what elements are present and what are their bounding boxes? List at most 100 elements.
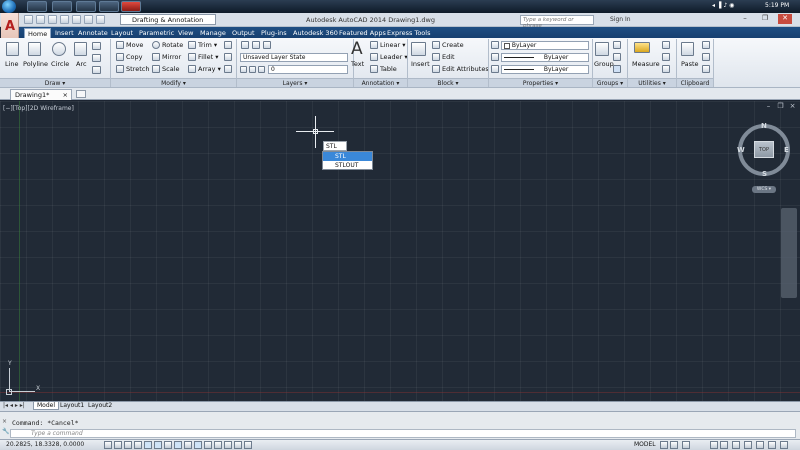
insert-label[interactable]: Insert: [411, 60, 430, 68]
group-edit-icon[interactable]: [613, 53, 621, 61]
viewport-restore-icon[interactable]: ❐: [776, 102, 785, 110]
table-button[interactable]: Table: [380, 65, 397, 73]
annotation-panel-label[interactable]: Annotation ▾: [354, 78, 407, 87]
minimize-button[interactable]: –: [738, 14, 752, 24]
taskbar-explorer-icon[interactable]: [27, 1, 47, 12]
calculator-icon[interactable]: [662, 53, 670, 61]
polyline-label[interactable]: Polyline: [23, 60, 48, 68]
object-snap-tracking-icon[interactable]: [174, 441, 182, 449]
annotation-monitor-icon[interactable]: [244, 441, 252, 449]
new-icon[interactable]: [24, 15, 33, 24]
close-tab-icon[interactable]: ×: [63, 91, 68, 99]
start-button[interactable]: [2, 0, 16, 13]
tab-plugins[interactable]: Plug-ins: [258, 28, 290, 38]
leader-button[interactable]: Leader ▾: [380, 53, 408, 61]
linear-button[interactable]: Linear ▾: [380, 41, 406, 49]
layers-panel-label[interactable]: Layers ▾: [237, 78, 353, 87]
undo-icon[interactable]: [84, 15, 93, 24]
offset-icon[interactable]: [224, 65, 232, 73]
move-button[interactable]: Move: [126, 41, 143, 49]
insert-block-icon[interactable]: [411, 42, 426, 56]
circle-icon[interactable]: [52, 42, 66, 56]
block-panel-label[interactable]: Block ▾: [408, 78, 488, 87]
coordinates-display[interactable]: 20.2825, 18.3328, 0.0000: [6, 441, 84, 448]
measure-label[interactable]: Measure: [632, 60, 660, 68]
lock-icon[interactable]: [258, 66, 265, 73]
plot-icon[interactable]: [72, 15, 81, 24]
fillet-button[interactable]: Fillet ▾: [198, 53, 219, 61]
circle-label[interactable]: Circle: [51, 60, 69, 68]
model-space-button[interactable]: MODEL: [634, 441, 656, 448]
dynamic-ucs-icon[interactable]: [184, 441, 192, 449]
lineweight-dropdown[interactable]: ByLayer: [501, 53, 589, 62]
match-properties-icon[interactable]: [491, 41, 499, 49]
cut-icon[interactable]: [702, 41, 710, 49]
mirror-icon[interactable]: [152, 53, 160, 61]
drawing-canvas[interactable]: [0, 101, 800, 401]
workspace-dropdown[interactable]: Drafting & Annotation: [120, 14, 216, 25]
array-icon[interactable]: [188, 65, 196, 73]
leader-icon[interactable]: [370, 53, 378, 61]
linetype-dropdown[interactable]: ByLayer: [501, 65, 589, 74]
compass-west[interactable]: W: [737, 146, 745, 154]
restore-button[interactable]: ❐: [758, 14, 772, 24]
auto-scale-icon[interactable]: [720, 441, 728, 449]
autocomplete-item[interactable]: STL: [323, 152, 372, 161]
array-button[interactable]: Array ▾: [198, 65, 221, 73]
layer-properties-icon[interactable]: [241, 41, 249, 49]
search-input[interactable]: Type a keyword or phrase: [520, 15, 594, 29]
stretch-icon[interactable]: [116, 65, 124, 73]
create-block-icon[interactable]: [432, 41, 440, 49]
layer-state-dropdown[interactable]: Unsaved Layer State: [240, 53, 348, 62]
lineweight-icon[interactable]: [491, 53, 499, 61]
text-icon[interactable]: A: [351, 39, 363, 59]
draw-panel-label[interactable]: Draw ▾: [0, 78, 110, 87]
selection-cycling-icon[interactable]: [234, 441, 242, 449]
copy-button[interactable]: Copy: [126, 53, 143, 61]
tab-annotate[interactable]: Annotate: [75, 28, 111, 38]
redo-icon[interactable]: [96, 15, 105, 24]
command-settings-icon[interactable]: 🔧: [2, 428, 9, 435]
tab-view[interactable]: View: [175, 28, 196, 38]
hatch-icon[interactable]: [92, 54, 101, 62]
rotate-icon[interactable]: [152, 41, 160, 49]
tab-featured-apps[interactable]: Featured Apps: [336, 28, 389, 38]
edit-attributes-button[interactable]: Edit Attributes ▾: [442, 65, 494, 73]
quick-select-icon[interactable]: [662, 41, 670, 49]
edit-button[interactable]: Edit: [442, 53, 455, 61]
open-icon[interactable]: [36, 15, 45, 24]
scale-icon[interactable]: [152, 65, 160, 73]
group-icon[interactable]: [595, 42, 609, 56]
ortho-mode-icon[interactable]: [134, 441, 142, 449]
ungroup-icon[interactable]: [613, 41, 621, 49]
tab-insert[interactable]: Insert: [52, 28, 77, 38]
move-icon[interactable]: [116, 41, 124, 49]
infer-constraints-icon[interactable]: [104, 441, 112, 449]
sun-icon[interactable]: [249, 66, 256, 73]
tab-layout[interactable]: Layout: [108, 28, 136, 38]
snap-mode-icon[interactable]: [114, 441, 122, 449]
layout-tab-model[interactable]: Model: [33, 402, 60, 410]
line-label[interactable]: Line: [5, 60, 19, 68]
dynamic-input-icon[interactable]: [194, 441, 202, 449]
viewport-close-icon[interactable]: ×: [788, 102, 797, 110]
document-tab[interactable]: Drawing1* ×: [10, 89, 72, 100]
id-point-icon[interactable]: [662, 65, 670, 73]
object-snap-icon[interactable]: [154, 441, 162, 449]
group-selection-icon[interactable]: [613, 65, 621, 73]
lightbulb-icon[interactable]: [240, 66, 247, 73]
autocomplete-item[interactable]: STLOUT: [323, 161, 372, 170]
grid-display-icon[interactable]: [124, 441, 132, 449]
erase-icon[interactable]: [224, 41, 232, 49]
tab-express-tools[interactable]: Express Tools: [384, 28, 433, 38]
trim-icon[interactable]: [188, 41, 196, 49]
linear-dimension-icon[interactable]: [370, 41, 378, 49]
taskbar-autocad-icon[interactable]: [121, 1, 141, 12]
lineweight-toggle-icon[interactable]: [204, 441, 212, 449]
save-icon[interactable]: [48, 15, 57, 24]
hardware-acceleration-icon[interactable]: [756, 441, 764, 449]
edit-attributes-icon[interactable]: [432, 65, 440, 73]
annotation-visibility-icon[interactable]: [710, 441, 718, 449]
polyline-icon[interactable]: [28, 42, 41, 56]
polar-tracking-icon[interactable]: [144, 441, 152, 449]
